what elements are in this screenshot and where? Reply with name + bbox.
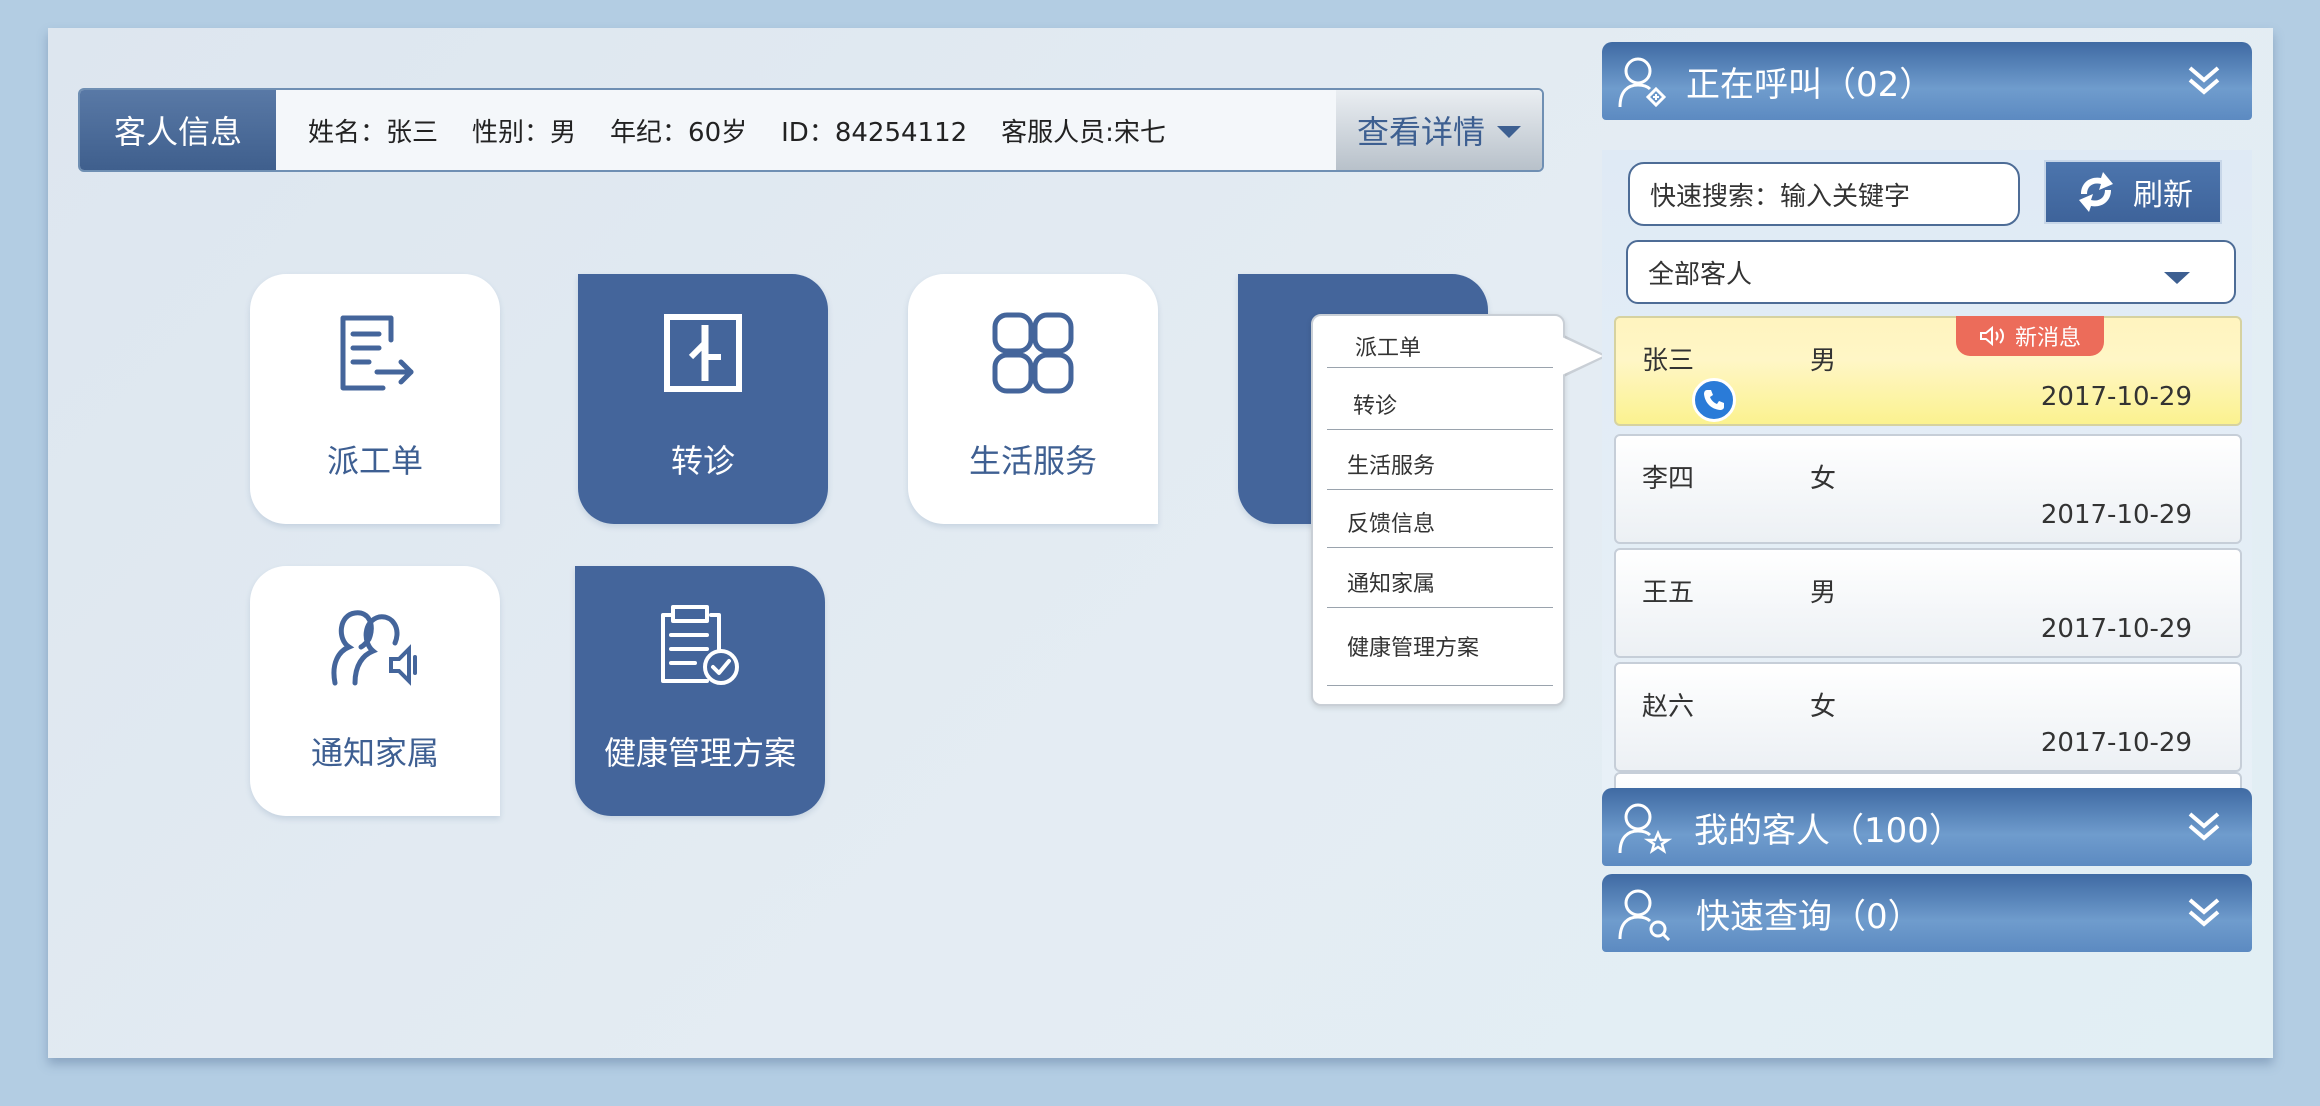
customer-staff: 客服人员:宋七 [1001,117,1166,148]
tile-dispatch-label: 派工单 [326,442,423,480]
customer-id: ID：84254112 [781,117,968,148]
tile-health-plan[interactable]: 健康管理方案 [575,566,825,816]
main-stage: 客人信息 姓名：张三 性别：男 年纪：60岁 ID：84254112 客服人员:… [48,28,2273,1058]
customer-filter-select[interactable]: 全部客人 [1626,240,2236,304]
popup-item-dispatch[interactable]: 派工单 [1327,330,1553,368]
calling-panel: 正在呼叫（02） [1602,42,2252,120]
caret-down-icon [2164,272,2190,284]
my-customers-panel: 我的客人（100） [1602,788,2252,866]
call-row-date: 2017-10-29 [2040,382,2192,412]
call-row[interactable]: 王五 男 2017-10-29 [1614,548,2242,658]
new-message-badge: 新消息 [1956,316,2104,356]
work-order-icon [333,308,417,398]
call-row-gender: 女 [1810,692,1837,722]
call-row-date: 2017-10-29 [2040,614,2192,644]
tile-life-service[interactable]: 生活服务 [908,274,1158,524]
call-row-name: 王五 [1642,578,1695,608]
customer-info-bar: 客人信息 姓名：张三 性别：男 年纪：60岁 ID：84254112 客服人员:… [78,88,1544,172]
call-row[interactable]: 新消息 张三 男 2017-10-29 [1614,316,2242,426]
quick-query-panel: 快速查询（0） [1602,874,2252,952]
call-row-gender: 男 [1810,578,1837,608]
quick-query-panel-header[interactable]: 快速查询（0） [1602,874,2252,952]
tile-notify-family[interactable]: 通知家属 [250,566,500,816]
tile-referral[interactable]: 转诊 [578,274,828,524]
family-speaker-icon [325,600,425,690]
popup-item-notify-family[interactable]: 通知家属 [1327,566,1553,608]
customer-name: 姓名：张三 [308,117,439,148]
clipboard-check-icon [655,600,745,690]
customer-age: 年纪：60岁 [610,117,748,148]
double-chevron-down-icon [2188,812,2220,841]
tile-dispatch[interactable]: 派工单 [250,274,500,524]
tile-health-plan-label: 健康管理方案 [603,734,796,772]
user-search-icon [1618,889,1671,941]
calling-panel-body: 快速搜索：输入关键字 刷新 全部客人 新消息 张三 男 2017-10-29 李… [1602,150,2252,804]
calling-panel-header[interactable]: 正在呼叫（02） [1602,42,2252,120]
refresh-label: 刷新 [2133,178,2193,213]
user-add-icon [1618,57,1667,108]
user-star-icon [1618,803,1672,854]
tile-life-service-label: 生活服务 [968,442,1097,480]
customer-info-fields: 姓名：张三 性别：男 年纪：60岁 ID：84254112 客服人员:宋七 [276,90,1336,170]
customer-gender: 性别：男 [472,117,577,148]
my-customers-panel-title: 我的客人（100） [1694,810,1963,851]
popup-item-feedback[interactable]: 反馈信息 [1327,506,1553,548]
call-row-name: 张三 [1642,346,1695,376]
call-row-name: 李四 [1642,464,1695,494]
customer-filter-value: 全部客人 [1648,259,1753,290]
tile-notify-family-label: 通知家属 [310,734,439,772]
popup-item-health-plan[interactable]: 健康管理方案 [1327,630,1553,686]
popup-item-referral[interactable]: 转诊 [1327,388,1553,430]
quick-search-input[interactable]: 快速搜索：输入关键字 [1628,162,2020,226]
caret-down-icon [1497,126,1521,138]
double-chevron-down-icon [2188,66,2220,95]
popup-tail-inner [1562,337,1603,375]
call-row-name: 赵六 [1642,692,1695,722]
view-details-label: 查看详情 [1356,113,1485,151]
call-row-date: 2017-10-29 [2040,728,2192,758]
customer-info-label: 客人信息 [80,90,276,170]
calling-panel-title: 正在呼叫（02） [1686,64,1934,105]
popup-item-life-service[interactable]: 生活服务 [1327,448,1553,490]
new-message-label: 新消息 [2014,326,2081,351]
tile-referral-label: 转诊 [670,442,735,480]
call-row-gender: 男 [1810,346,1837,376]
quick-query-panel-title: 快速查询（0） [1696,896,1922,937]
call-row-date: 2017-10-29 [2040,500,2192,530]
call-row[interactable]: 赵六 女 2017-10-29 [1614,662,2242,772]
refresh-button[interactable]: 刷新 [2044,160,2222,224]
view-details-button[interactable]: 查看详情 [1336,90,1542,170]
call-row[interactable]: 李四 女 2017-10-29 [1614,434,2242,544]
grid-icon [991,308,1075,398]
my-customers-panel-header[interactable]: 我的客人（100） [1602,788,2252,866]
speaker-icon [1979,325,2004,347]
double-chevron-down-icon [2188,898,2220,927]
refresh-icon [2079,172,2113,212]
referral-icon [661,308,745,398]
phone-icon [1692,378,1736,422]
call-row-gender: 女 [1810,464,1837,494]
popup-menu: 派工单 转诊 生活服务 反馈信息 通知家属 健康管理方案 [1311,314,1565,706]
